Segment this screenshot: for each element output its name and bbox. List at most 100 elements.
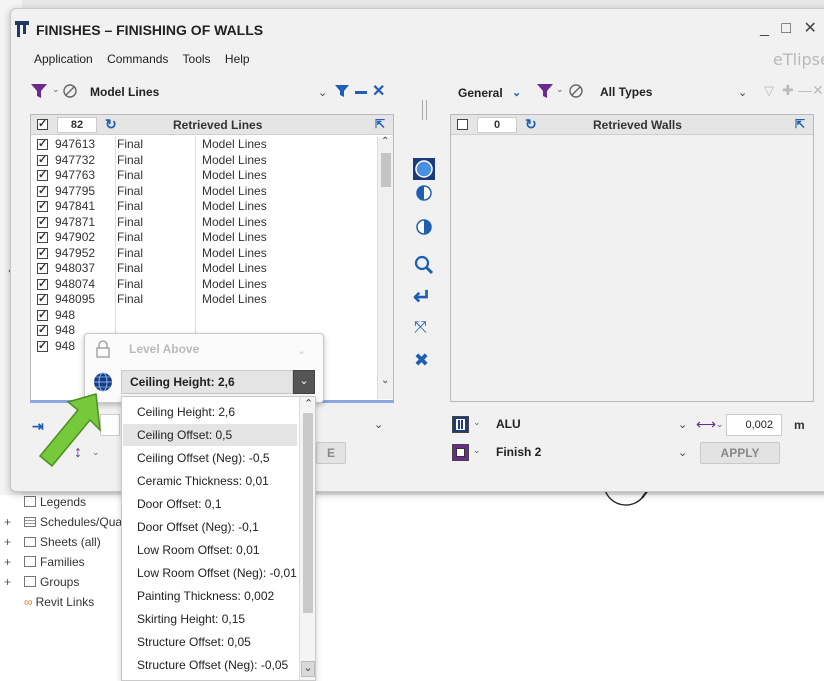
scroll-down-icon[interactable]: ⌄ (301, 661, 315, 677)
table-row[interactable]: ✓ 947952 Final Model Lines (31, 246, 377, 261)
half-circle-left-icon[interactable] (415, 184, 433, 202)
zoom-icon[interactable] (414, 255, 434, 275)
height-option[interactable]: Ceiling Offset (Neg): -0,5 (123, 447, 297, 469)
row-checkbox[interactable]: ✓ (37, 201, 48, 212)
row-checkbox[interactable]: ✓ (37, 278, 48, 290)
height-option[interactable]: Ceiling Height: 2,6 (123, 401, 297, 423)
material-combo[interactable]: ALU (488, 414, 700, 436)
table-row[interactable]: ✓ 948074 Final Model Lines (31, 277, 377, 292)
chevron-down-icon[interactable]: ⌄ (678, 446, 687, 459)
height-option[interactable]: Door Offset: 0,1 (123, 493, 297, 515)
filter-icon[interactable] (536, 82, 556, 100)
menu-tools[interactable]: Tools (183, 52, 211, 66)
menu-application[interactable]: Application (34, 52, 93, 66)
offset-input[interactable]: 0,002 (726, 414, 782, 436)
menu-help[interactable]: Help (225, 52, 250, 66)
cursor-select-icon[interactable]: ⇱ (375, 117, 385, 131)
height-option[interactable]: Skirting Height: 0,15 (123, 608, 297, 630)
scroll-up-icon[interactable]: ⌃ (304, 397, 313, 410)
refresh-icon[interactable]: ↻ (105, 116, 117, 133)
table-row[interactable]: ✓ 947871 Final Model Lines (31, 215, 377, 230)
row-checkbox[interactable]: ✓ (37, 263, 48, 274)
remove-icon[interactable] (355, 91, 367, 94)
wall-type-combo[interactable]: All Types (592, 82, 759, 104)
table-row[interactable]: ✓ 947732 Final Model Lines (31, 153, 377, 168)
return-arrow-icon[interactable]: ↵ (413, 284, 431, 310)
table-row[interactable]: ✓ 947613 Final Model Lines (31, 137, 377, 152)
e-button[interactable]: E (316, 442, 346, 464)
table-row[interactable]: ✓ 947841 Final Model Lines (31, 199, 377, 214)
chevron-down-icon[interactable]: ⌄ (318, 86, 327, 99)
lock-icon[interactable] (95, 340, 111, 358)
width-chevron-icon[interactable]: ⌄ (716, 419, 724, 430)
height-option[interactable]: Low Room Offset: 0,01 (123, 539, 297, 561)
cursor-select-icon[interactable]: ⇱ (795, 117, 805, 131)
table-row[interactable]: ✓ 947763 Final Model Lines (31, 168, 377, 183)
row-checkbox[interactable]: ✓ (37, 170, 48, 181)
material-chevron-icon[interactable]: ⌄ (473, 417, 481, 428)
finish-combo[interactable]: Finish 2 (488, 442, 700, 464)
filter-add-icon[interactable] (334, 84, 352, 99)
scroll-up-icon[interactable]: ⌃ (381, 136, 389, 147)
height-option[interactable]: Low Room Offset (Neg): -0,01 (123, 562, 297, 584)
height-option[interactable]: Structure Offset (Neg): -0,05 (123, 654, 297, 676)
scroll-down-icon[interactable]: ⌄ (381, 375, 389, 386)
chevron-down-icon[interactable]: ⌄ (738, 86, 747, 99)
lines-scrollbar[interactable]: ⌃ ⌄ (377, 136, 393, 399)
chevron-down-icon[interactable]: ⌄ (678, 418, 687, 431)
row-checkbox[interactable]: ✓ (37, 294, 48, 305)
chevron-down-icon[interactable]: ⌄ (374, 418, 383, 431)
chevron-down-icon[interactable]: ⌄ (512, 86, 521, 99)
globe-icon[interactable] (93, 372, 113, 392)
row-checkbox[interactable]: ✓ (37, 325, 48, 336)
table-row[interactable]: ✓ 947795 Final Model Lines (31, 184, 377, 199)
ceiling-height-combo[interactable]: Ceiling Height: 2,6 (121, 370, 293, 394)
height-option[interactable]: Ceiling Offset: 0,5 (123, 424, 297, 446)
row-checkbox[interactable]: ✓ (37, 185, 48, 197)
expand-plus-icon[interactable]: + (4, 573, 11, 591)
height-option[interactable]: Painting Thickness: 0,002 (123, 585, 297, 607)
finish-icon[interactable] (452, 444, 469, 461)
height-option[interactable]: Structure Offset: 0,05 (123, 631, 297, 653)
expand-plus-icon[interactable]: + (4, 513, 11, 531)
half-circle-right-icon[interactable] (415, 218, 433, 236)
height-option[interactable]: Door Offset (Neg): -0,1 (123, 516, 297, 538)
height-option[interactable]: Ceramic Thickness: 0,01 (123, 470, 297, 492)
row-checkbox[interactable]: ✓ (37, 340, 48, 352)
no-entry-icon[interactable] (62, 83, 78, 99)
table-row[interactable]: ✓ 948 (31, 308, 377, 323)
material-icon[interactable] (452, 416, 469, 433)
tree-item-schedules[interactable]: + Schedules/Qua (0, 513, 121, 531)
table-row[interactable]: ✓ 947902 Final Model Lines (31, 230, 377, 245)
deselect-cursor-icon[interactable]: ✖ (414, 350, 429, 371)
row-checkbox[interactable]: ✓ (37, 232, 48, 243)
filter-chevron-icon[interactable]: ⌄ (556, 84, 564, 95)
expand-selection-icon[interactable]: ⤧ (414, 319, 427, 337)
chevron-down-icon[interactable]: ⌄ (293, 370, 315, 394)
row-checkbox[interactable]: ✓ (37, 154, 48, 166)
filter-icon[interactable] (30, 82, 52, 100)
expand-plus-icon[interactable]: + (4, 533, 11, 551)
row-checkbox[interactable]: ✓ (37, 139, 48, 150)
tree-item-legends[interactable]: Legends (24, 493, 86, 511)
no-entry-icon[interactable] (568, 83, 584, 99)
table-row[interactable]: ✓ 948037 Final Model Lines (31, 261, 377, 276)
options-scrollbar[interactable]: ⌃ ⌄ (299, 397, 315, 680)
width-arrows-icon[interactable]: ⟷ (696, 416, 716, 433)
table-row[interactable]: ✓ 948095 Final Model Lines (31, 292, 377, 307)
expand-plus-icon[interactable]: + (4, 553, 11, 571)
select-all-checkbox[interactable]: ✓ (37, 119, 48, 130)
line-style-combo[interactable]: Model Lines (82, 82, 342, 104)
tree-item-revit-links[interactable]: ∞ Revit Links (24, 593, 94, 611)
refresh-icon[interactable]: ↻ (525, 116, 537, 133)
finish-chevron-icon[interactable]: ⌄ (473, 445, 481, 456)
row-checkbox[interactable]: ✓ (37, 247, 48, 259)
select-all-walls-checkbox[interactable] (457, 119, 468, 130)
clear-filter-icon[interactable]: ✕ (372, 81, 385, 101)
full-circle-select-icon[interactable] (413, 158, 435, 180)
filter-chevron-icon[interactable]: ⌄ (52, 84, 60, 95)
row-checkbox[interactable]: ✓ (37, 216, 48, 228)
row-checkbox[interactable]: ✓ (37, 309, 48, 321)
window-controls[interactable]: _ □ ✕ (760, 18, 821, 38)
menu-commands[interactable]: Commands (107, 52, 168, 66)
